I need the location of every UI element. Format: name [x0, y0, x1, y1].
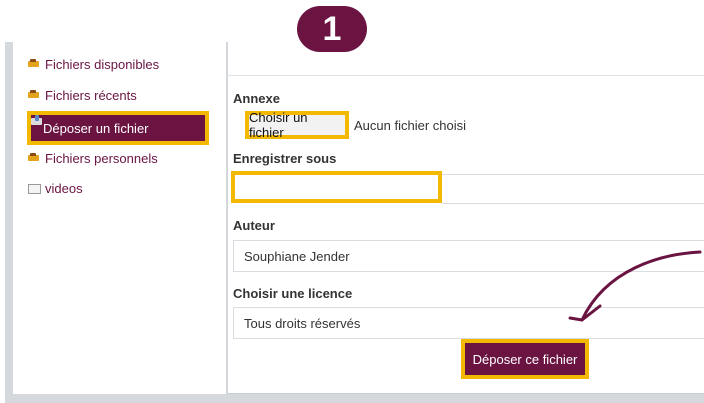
step-number-badge: 1 [297, 6, 367, 52]
curved-arrow-icon [568, 250, 702, 322]
submit-button[interactable]: Déposer ce fichier [461, 339, 589, 379]
author-label: Auteur [233, 218, 275, 233]
folder-icon [28, 153, 41, 163]
sidebar-item-label: Fichiers personnels [45, 150, 158, 166]
sidebar-item-fichiers-personnels[interactable]: Fichiers personnels [28, 146, 158, 170]
save-as-label: Enregistrer sous [233, 151, 337, 166]
author-value: Souphiane Jender [244, 248, 350, 264]
choose-file-button[interactable]: Choisir un fichier [245, 110, 349, 140]
sidebar-item-label: videos [45, 180, 83, 196]
sidebar-item-fichiers-recents[interactable]: Fichiers récents [28, 83, 137, 107]
folder-icon [28, 90, 41, 100]
sidebar-item-deposer-un-fichier[interactable]: Déposer un fichier [27, 111, 209, 145]
sidebar-item-label: Déposer un fichier [43, 120, 149, 136]
license-label: Choisir une licence [233, 286, 353, 301]
file-status-text: Aucun fichier choisi [354, 118, 466, 133]
save-as-input-extension [442, 174, 704, 204]
panel-divider [227, 75, 704, 76]
sidebar-item-label: Fichiers récents [45, 87, 137, 103]
folder-icon [28, 59, 41, 69]
video-icon [28, 183, 41, 194]
annexe-label: Annexe [233, 91, 280, 106]
save-as-input[interactable] [231, 171, 442, 203]
sidebar-item-videos[interactable]: videos [28, 176, 83, 200]
panel-bottom-border [227, 393, 704, 394]
license-value: Tous droits réservés [244, 315, 361, 331]
sidebar-item-label: Fichiers disponibles [45, 56, 160, 72]
sidebar-item-fichiers-disponibles[interactable]: Fichiers disponibles [28, 52, 159, 76]
